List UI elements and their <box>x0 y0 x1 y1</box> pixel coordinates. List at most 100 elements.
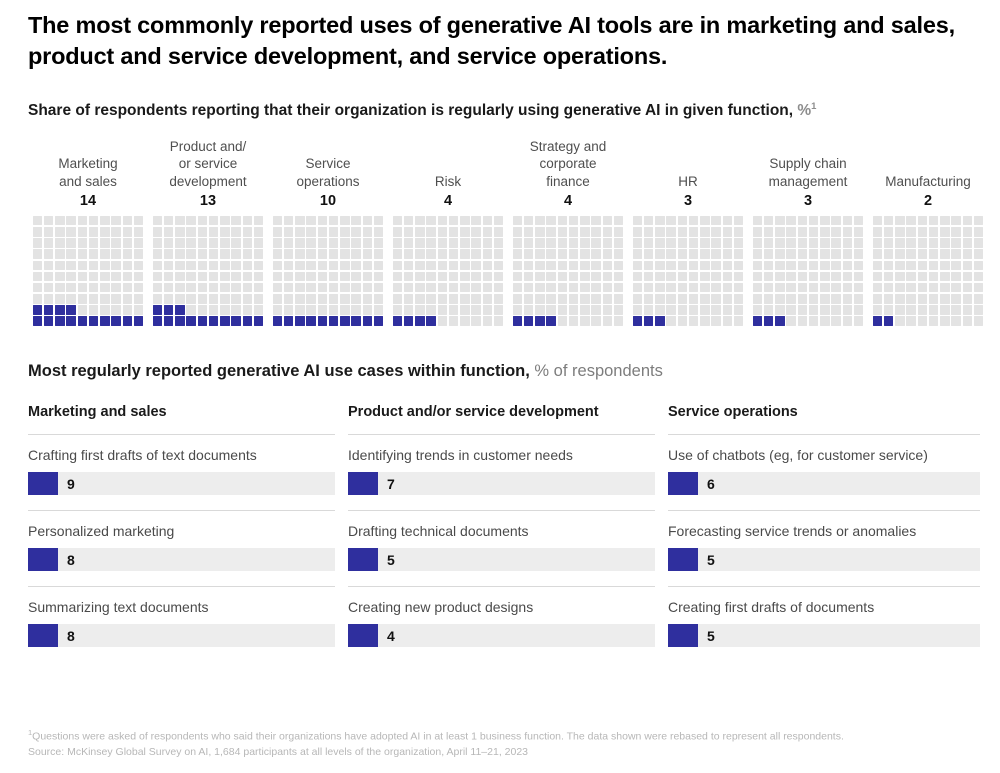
waffle-cell-empty <box>853 282 864 293</box>
waffle-cell-empty <box>591 305 601 315</box>
waffle-cell-filled <box>883 316 894 326</box>
waffle-cell-empty <box>853 215 864 226</box>
waffle-cell-empty <box>700 215 710 226</box>
waffle-cell-empty <box>362 294 373 304</box>
waffle-cell-empty <box>242 249 253 259</box>
waffle-cell-empty <box>437 215 448 226</box>
waffle-cell-empty <box>666 271 676 282</box>
waffle-label: Risk <box>434 173 462 189</box>
waffle-cell-empty <box>362 215 373 226</box>
usecase-label: Crafting first drafts of text documents <box>28 446 257 463</box>
waffle-cell-empty <box>906 294 916 304</box>
waffle-cell-empty <box>613 271 624 282</box>
waffle-cell-empty <box>917 249 928 259</box>
waffle-cell-filled <box>163 305 174 315</box>
waffle-cell-empty <box>197 294 208 304</box>
waffle-cell-empty <box>175 238 185 248</box>
waffle-cell-empty <box>437 282 448 293</box>
waffle-cell-empty <box>928 305 939 315</box>
waffle-cell-empty <box>722 282 733 293</box>
waffle-cell-empty <box>973 305 984 315</box>
waffle-cell-empty <box>643 271 654 282</box>
waffle-cell-empty <box>253 249 264 259</box>
waffle-cell-empty <box>295 227 305 237</box>
waffle-cell-empty <box>928 238 939 248</box>
waffle-cell-empty <box>351 249 361 259</box>
waffle-cell-empty <box>831 260 841 271</box>
waffle-column: Service operations 10 <box>268 155 388 326</box>
waffle-cell-empty <box>100 249 110 259</box>
waffle-cell-empty <box>55 238 65 248</box>
waffle-cell-empty <box>317 282 328 293</box>
waffle-label: Manufacturing <box>885 173 971 189</box>
waffle-cell-empty <box>460 305 470 315</box>
waffle-cell-empty <box>591 215 601 226</box>
row-divider <box>28 433 335 435</box>
waffle-column: Risk 4 <box>388 173 508 326</box>
waffle-cell-empty <box>752 227 763 237</box>
waffle-cell-empty <box>831 215 841 226</box>
waffle-cell-empty <box>797 282 808 293</box>
waffle-cell-empty <box>328 271 339 282</box>
usecase-bar-fill <box>28 624 58 648</box>
waffle-cell-empty <box>426 249 436 259</box>
waffle-cell-empty <box>306 249 316 259</box>
waffle-cell-empty <box>797 238 808 248</box>
waffle-cell-empty <box>535 282 545 293</box>
waffle-cell-empty <box>100 260 110 271</box>
waffle-cell-empty <box>242 305 253 315</box>
waffle-cell-empty <box>43 249 54 259</box>
waffle-cell-empty <box>175 260 185 271</box>
waffle-cell-empty <box>482 282 493 293</box>
waffle-cell-empty <box>55 271 65 282</box>
waffle-cell-empty <box>403 305 414 315</box>
waffle-cell-empty <box>677 215 688 226</box>
waffle-cell-empty <box>842 294 853 304</box>
waffle-cell-empty <box>306 238 316 248</box>
usecase-row: Creating new product designs 4 <box>348 586 668 648</box>
waffle-cell-empty <box>883 271 894 282</box>
waffle-cell-empty <box>163 215 174 226</box>
waffle-cell-empty <box>763 215 774 226</box>
waffle-cell-empty <box>351 227 361 237</box>
waffle-cell-filled <box>55 316 65 326</box>
waffle-cell-empty <box>340 260 350 271</box>
usecase-bar-track: 9 <box>28 472 335 496</box>
waffle-value: 3 <box>683 192 693 209</box>
waffle-cell-empty <box>820 305 830 315</box>
waffle-cell-empty <box>392 282 403 293</box>
usecase-label: Personalized marketing <box>28 523 175 540</box>
waffle-cell-empty <box>426 238 436 248</box>
waffle-cell-empty <box>415 249 425 259</box>
waffle-cell-empty <box>763 260 774 271</box>
waffle-cell-empty <box>152 249 163 259</box>
waffle-cell-empty <box>733 215 744 226</box>
waffle-cell-empty <box>775 305 785 315</box>
waffle-cell-empty <box>197 271 208 282</box>
waffle-cell-empty <box>632 227 643 237</box>
waffle-cell-empty <box>493 227 504 237</box>
waffle-cell-empty <box>733 238 744 248</box>
usecase-bar-track: 8 <box>28 624 335 648</box>
waffle-cell-empty <box>253 294 264 304</box>
waffle-cell-empty <box>493 305 504 315</box>
waffle-cell-empty <box>403 249 414 259</box>
waffle-cell-empty <box>602 227 613 237</box>
waffle-cell-empty <box>523 305 534 315</box>
waffle-cell-empty <box>283 238 294 248</box>
waffle-cell-empty <box>373 238 384 248</box>
waffle-cell-empty <box>775 227 785 237</box>
waffle-cell-empty <box>962 294 973 304</box>
waffle-cell-empty <box>32 215 43 226</box>
waffle-cell-empty <box>460 294 470 304</box>
waffle-cell-empty <box>632 260 643 271</box>
waffle-cell-empty <box>666 260 676 271</box>
waffle-cell-empty <box>493 215 504 226</box>
usecases-columns: Marketing and sales Crafting first drafts… <box>28 404 980 648</box>
waffle-cell-empty <box>317 305 328 315</box>
waffle-cell-empty <box>220 238 230 248</box>
waffle-cell-filled <box>152 316 163 326</box>
waffle-cell-empty <box>535 238 545 248</box>
waffle-cell-empty <box>122 238 133 248</box>
waffle-cell-empty <box>763 238 774 248</box>
